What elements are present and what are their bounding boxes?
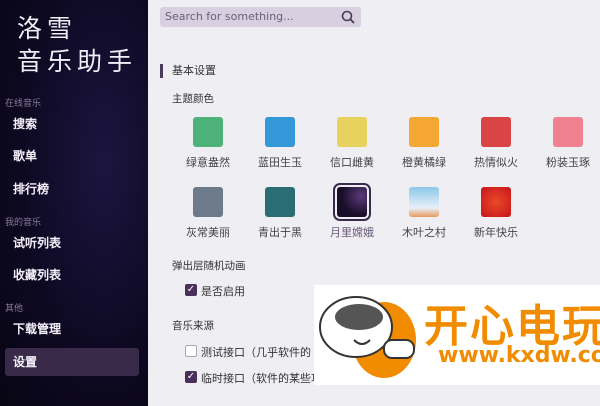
theme-label-5: 粉装玉琢 — [546, 156, 590, 169]
theme-label-6: 灰常美丽 — [186, 226, 230, 239]
watermark: 开心电玩 www.kxdw.com — [314, 285, 600, 385]
theme-swatch[interactable] — [409, 187, 439, 217]
theme-label-2: 信口雌黄 — [330, 156, 374, 169]
popup-label: 弹出层随机动画 — [172, 260, 246, 272]
popup-enable-checkbox[interactable]: ✓ — [185, 284, 197, 296]
section-title: 基本设置 — [160, 64, 216, 78]
app-logo: 洛雪 音乐助手 — [17, 12, 137, 78]
theme-label-8: 月里嫦娥 — [330, 226, 374, 239]
theme-swatch[interactable] — [265, 117, 295, 147]
source-label: 音乐来源 — [172, 320, 214, 332]
theme-swatch[interactable] — [553, 117, 583, 147]
theme-label-1: 蓝田生玉 — [258, 156, 302, 169]
group-other: 其他 — [5, 304, 24, 314]
sidebar: 洛雪 音乐助手 在线音乐 搜索 歌单 排行榜 我的音乐 试听列表 收藏列表 其他… — [0, 0, 148, 406]
theme-label-7: 青出于黑 — [258, 226, 302, 239]
search-input[interactable]: Search for something... — [160, 7, 361, 27]
theme-label-4: 热情似火 — [474, 156, 518, 169]
theme-swatch[interactable] — [337, 117, 367, 147]
theme-label-3: 橙黄橘绿 — [402, 156, 446, 169]
theme-swatch[interactable] — [481, 187, 511, 217]
source-test-label: 测试接口（几乎软件的 — [201, 346, 311, 359]
theme-swatch[interactable] — [193, 117, 223, 147]
mascot-icon — [319, 296, 416, 378]
theme-swatch[interactable] — [409, 117, 439, 147]
theme-label-0: 绿意盎然 — [186, 156, 230, 169]
sidebar-item-downloads[interactable]: 下载管理 — [5, 315, 139, 343]
theme-swatch[interactable] — [333, 183, 371, 221]
group-my-music: 我的音乐 — [5, 218, 42, 228]
sidebar-item-search[interactable]: 搜索 — [5, 110, 139, 138]
search-placeholder: Search for something... — [165, 10, 294, 23]
popup-enable-label: 是否启用 — [201, 285, 245, 298]
sidebar-item-favorites[interactable]: 收藏列表 — [5, 261, 139, 289]
theme-label-9: 木叶之村 — [402, 226, 446, 239]
logo-line1: 洛雪 — [17, 14, 78, 43]
theme-swatch[interactable] — [481, 117, 511, 147]
source-temp-checkbox[interactable]: ✓ — [185, 371, 197, 383]
sidebar-item-play-list[interactable]: 试听列表 — [5, 229, 139, 257]
group-online-music: 在线音乐 — [5, 99, 42, 109]
theme-swatch[interactable] — [193, 187, 223, 217]
watermark-url: www.kxdw.com — [438, 343, 600, 368]
logo-line2: 音乐助手 — [17, 47, 138, 76]
sidebar-item-playlists[interactable]: 歌单 — [5, 142, 139, 170]
sidebar-item-charts[interactable]: 排行榜 — [5, 175, 139, 203]
theme-label-10: 新年快乐 — [474, 226, 518, 239]
theme-label: 主题颜色 — [172, 93, 214, 105]
sidebar-item-settings[interactable]: 设置 — [5, 348, 139, 376]
search-icon[interactable] — [341, 10, 355, 24]
theme-swatch[interactable] — [265, 187, 295, 217]
source-test-checkbox[interactable] — [185, 345, 197, 357]
